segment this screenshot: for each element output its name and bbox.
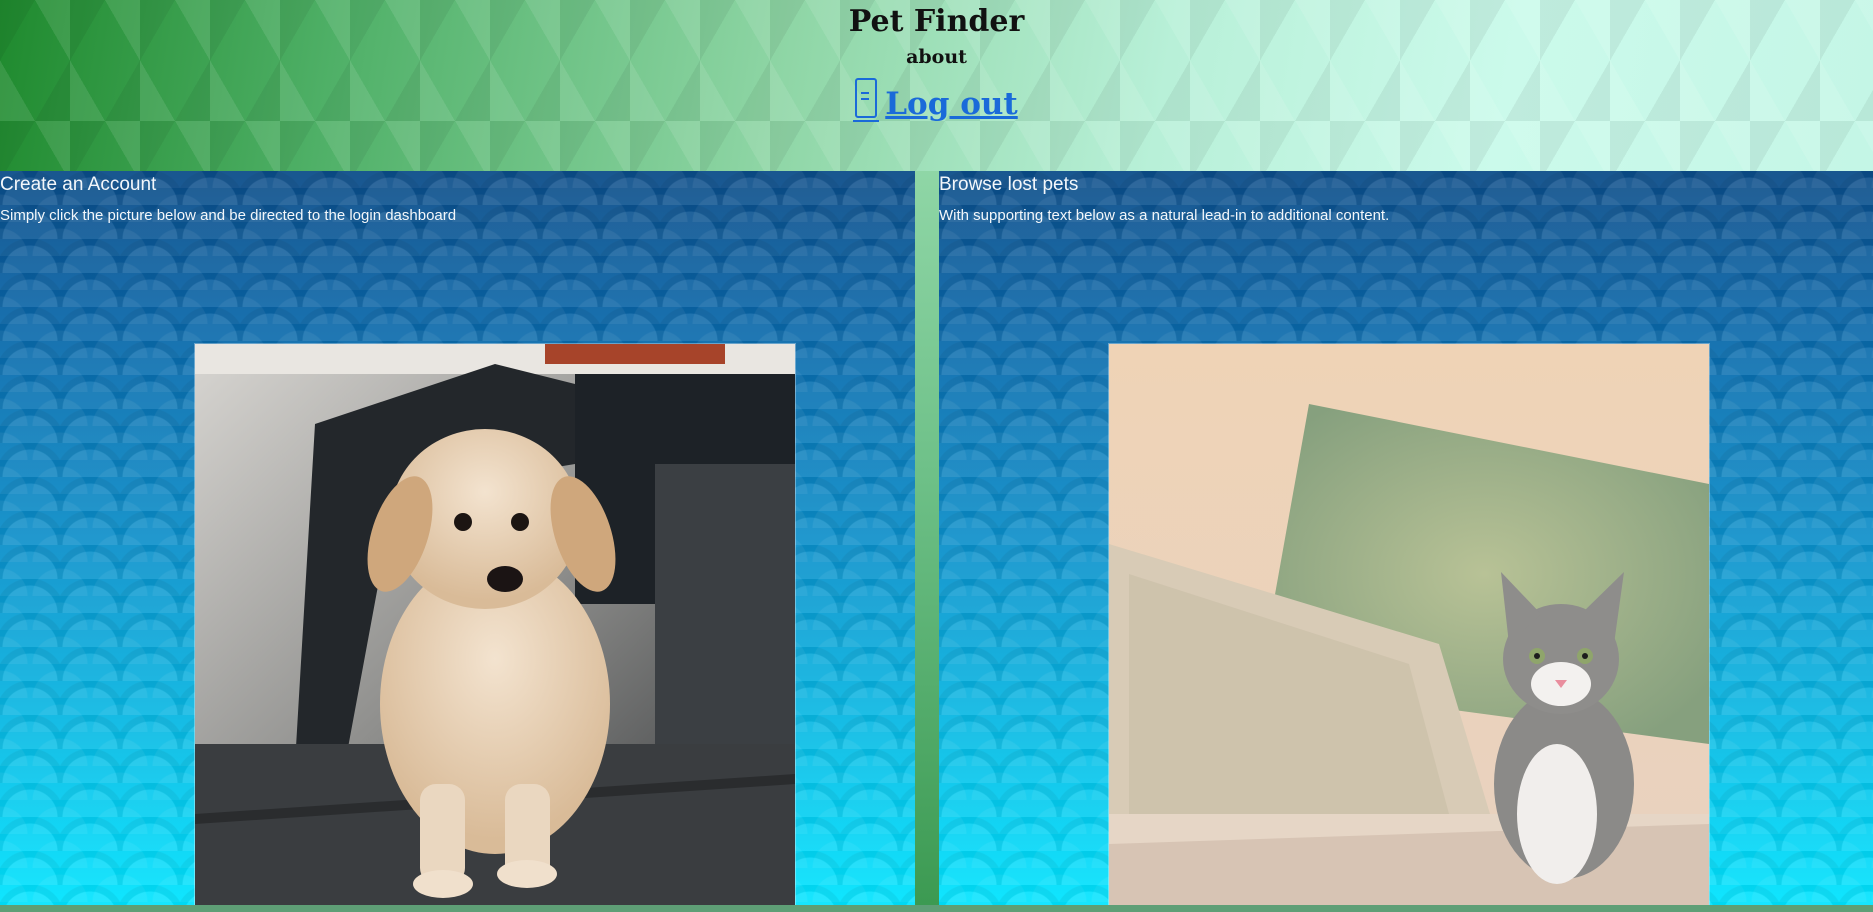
puppy-photo[interactable]: [194, 343, 796, 907]
puppy-image: [195, 344, 795, 906]
logout-link[interactable]: Log out: [853, 78, 1018, 122]
about-link[interactable]: about: [0, 44, 1873, 70]
logout-label: Log out: [885, 86, 1018, 122]
column-gutter: [915, 171, 939, 905]
logout-container: Log out: [0, 78, 1873, 122]
create-account-title: Create an Account: [0, 174, 157, 195]
bottom-border: [0, 905, 1873, 912]
browse-pets-title: Browse lost pets: [939, 174, 1079, 195]
kitten-photo[interactable]: [1108, 343, 1710, 907]
page-title: Pet Finder: [848, 4, 1025, 39]
page-header: Pet Finder about Log out: [0, 0, 1873, 171]
create-account-text: Simply click the picture below and be di…: [0, 207, 457, 224]
logout-icon: [853, 78, 880, 122]
browse-pets-text: With supporting text below as a natural …: [939, 207, 1390, 224]
kitten-image: [1109, 344, 1709, 906]
